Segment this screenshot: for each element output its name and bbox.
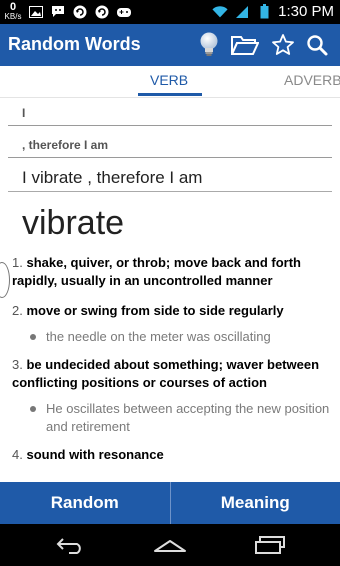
combined-phrase: I vibrate , therefore I am xyxy=(8,168,332,192)
definition-text: sound with resonance xyxy=(26,447,164,462)
tab-adverb[interactable]: ADVERB xyxy=(284,72,340,88)
definition-number: 4. xyxy=(12,447,23,462)
clock-ampm: PM xyxy=(311,3,335,20)
prefix-field[interactable]: I xyxy=(8,106,332,126)
wifi-icon xyxy=(212,4,228,20)
suffix-field[interactable]: , therefore I am xyxy=(8,138,332,158)
example-item: He oscillates between accepting the new … xyxy=(30,400,330,436)
refresh-icon xyxy=(94,4,110,20)
status-left: 0 KB/s xyxy=(4,2,132,21)
game-controller-icon xyxy=(116,4,132,20)
definition-number: 2. xyxy=(12,303,23,318)
network-speed: 0 KB/s xyxy=(4,2,22,21)
bullet-icon xyxy=(30,334,36,340)
system-nav-bar xyxy=(0,524,340,566)
app-bar: Random Words xyxy=(0,24,340,66)
definition-number: 1. xyxy=(12,255,23,270)
definition-item: 4. sound with resonance xyxy=(12,446,330,464)
random-button[interactable]: Random xyxy=(0,482,170,524)
clock: 1:30 PM xyxy=(278,3,334,20)
example-text: the needle on the meter was oscillating xyxy=(46,329,271,344)
tab-indicator xyxy=(138,93,202,96)
definition-item: 2. move or swing from side to side regul… xyxy=(12,302,330,320)
word-heading: vibrate xyxy=(22,204,125,242)
definition-number: 3. xyxy=(12,357,23,372)
bottom-action-bar: Random Meaning xyxy=(0,482,340,524)
home-icon[interactable] xyxy=(152,532,188,558)
definition-item: 1. shake, quiver, or throb; move back an… xyxy=(12,254,330,290)
search-icon[interactable] xyxy=(302,30,332,60)
star-icon[interactable] xyxy=(268,30,298,60)
chat-icon xyxy=(50,4,66,20)
signal-icon xyxy=(234,4,250,20)
example-item: the needle on the meter was oscillating xyxy=(30,328,330,346)
battery-icon xyxy=(256,4,272,20)
definition-text: shake, quiver, or throb; move back and f… xyxy=(12,255,301,288)
pos-tabs: VERB ADVERB xyxy=(0,66,340,98)
definition-item: 3. be undecided about something; waver b… xyxy=(12,356,330,392)
side-handle[interactable] xyxy=(0,262,10,298)
example-text: He oscillates between accepting the new … xyxy=(46,401,330,434)
recent-apps-icon[interactable] xyxy=(252,532,288,558)
status-bar: 0 KB/s 1:30 PM xyxy=(0,0,340,24)
meaning-button[interactable]: Meaning xyxy=(171,482,340,524)
network-speed-unit: KB/s xyxy=(4,12,22,21)
lightbulb-icon[interactable] xyxy=(194,30,224,60)
bullet-icon xyxy=(30,406,36,412)
image-icon xyxy=(28,4,44,20)
refresh-icon xyxy=(72,4,88,20)
definition-text: move or swing from side to side regularl… xyxy=(26,303,284,318)
definitions-list: 1. shake, quiver, or throb; move back an… xyxy=(12,254,330,476)
definition-text: be undecided about something; waver betw… xyxy=(12,357,320,390)
back-icon[interactable] xyxy=(52,532,88,558)
app-title: Random Words xyxy=(8,34,141,54)
clock-time: 1:30 xyxy=(278,3,308,20)
status-right: 1:30 PM xyxy=(212,3,334,20)
folder-icon[interactable] xyxy=(230,30,260,60)
tab-verb[interactable]: VERB xyxy=(150,72,188,88)
